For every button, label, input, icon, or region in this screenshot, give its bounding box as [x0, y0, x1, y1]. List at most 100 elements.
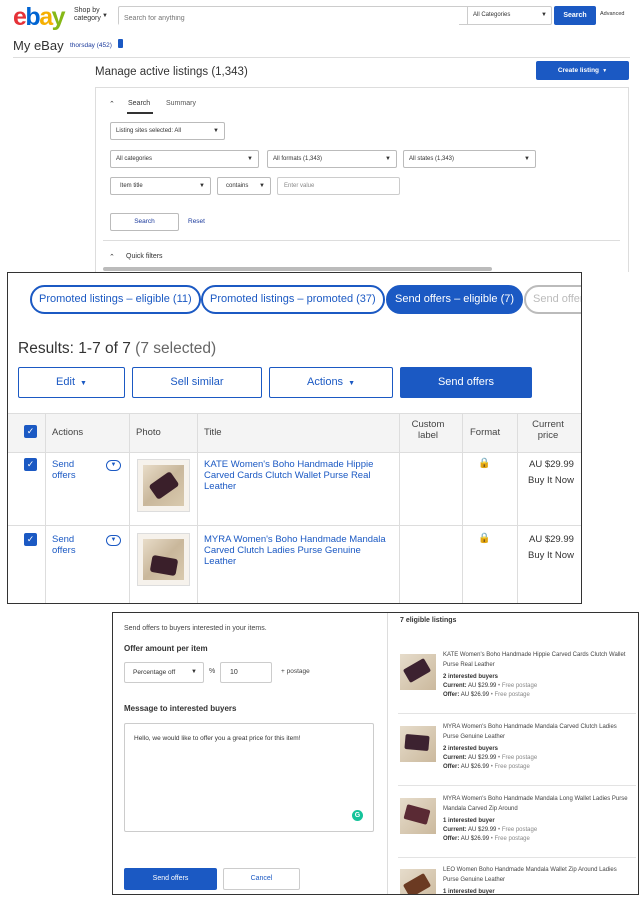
- search-bar: All Categories ▼: [118, 6, 552, 27]
- listing-sites-select[interactable]: Listing sites selected: All ▼: [110, 122, 225, 140]
- column-header-custom-label[interactable]: Custom label: [410, 419, 446, 441]
- interested-buyers: 1 interested buyer: [443, 818, 495, 824]
- create-listing-button[interactable]: Create listing ▼: [536, 61, 629, 80]
- cancel-button[interactable]: Cancel: [223, 868, 300, 890]
- wallet-image: [403, 804, 431, 825]
- chevron-down-icon: ▼: [524, 156, 530, 162]
- current-label: Current:: [443, 827, 467, 833]
- offer-price: AU $26.99: [460, 692, 490, 698]
- edit-button[interactable]: Edit ▼: [18, 367, 125, 398]
- categories-select[interactable]: All categories ▼: [110, 150, 259, 168]
- column-divider: [129, 413, 130, 603]
- pill-send-offers-eligible[interactable]: Send offers – eligible (7): [386, 285, 524, 314]
- current-price-line: Current: AU $29.99 • Free postage: [443, 755, 537, 761]
- tab-summary[interactable]: Summary: [166, 100, 196, 107]
- row-actions-dropdown[interactable]: ▼: [106, 535, 121, 546]
- postage-note: • Free postage: [490, 764, 530, 770]
- logo-letter-y: y: [51, 3, 66, 31]
- search-field-select[interactable]: Item title ▼: [110, 177, 211, 195]
- lock-icon: 🔒: [478, 533, 491, 544]
- column-divider: [197, 413, 198, 603]
- listing-title-link[interactable]: KATE Women's Boho Handmade Hippie Carved…: [204, 459, 394, 492]
- listing-photo[interactable]: [137, 459, 190, 512]
- postage-note: • Free postage: [490, 836, 530, 842]
- search-button[interactable]: Search: [554, 6, 596, 25]
- interested-buyers: 2 interested buyers: [443, 674, 499, 680]
- formats-select[interactable]: All formats (1,343) ▼: [267, 150, 397, 168]
- states-select[interactable]: All states (1,343) ▼: [403, 150, 536, 168]
- ebay-logo[interactable]: ebay: [13, 3, 66, 32]
- current-price: AU $29.99: [529, 459, 574, 470]
- message-textarea[interactable]: Hello, we would like to offer you a grea…: [124, 723, 374, 832]
- lock-icon: 🔒: [478, 458, 491, 469]
- actions-button[interactable]: Actions ▼: [269, 367, 393, 398]
- eligible-listing-item: LEO Women Boho Handmade Mandala Wallet Z…: [398, 865, 638, 894]
- filter-search-button[interactable]: Search: [110, 213, 179, 231]
- eligible-listing-title[interactable]: MYRA Women's Boho Handmade Mandala Carve…: [443, 722, 633, 742]
- send-offers-button[interactable]: Send offers: [400, 367, 532, 398]
- chevron-down-icon: ▼: [78, 380, 87, 387]
- category-select[interactable]: All Categories ▼: [467, 7, 552, 24]
- quick-filters-toggle[interactable]: Quick filters: [126, 253, 163, 260]
- offer-price: AU $26.99: [460, 836, 490, 842]
- value-input[interactable]: Enter value: [277, 177, 400, 195]
- eligible-listing-item: MYRA Women's Boho Handmade Mandala Long …: [398, 794, 638, 854]
- listing-title-link[interactable]: MYRA Women's Boho Handmade Mandala Carve…: [204, 534, 394, 567]
- shop-by-category-button[interactable]: Shop by category ▼: [74, 7, 108, 23]
- pill-promoted-promoted[interactable]: Promoted listings – promoted (37): [201, 285, 385, 314]
- row-actions-dropdown[interactable]: ▼: [106, 460, 121, 471]
- offer-amount-input[interactable]: 10: [220, 662, 272, 683]
- tab-search[interactable]: Search: [128, 100, 150, 107]
- listing-thumbnail: [400, 726, 436, 762]
- sell-similar-button[interactable]: Sell similar: [132, 367, 262, 398]
- eligible-listing-title[interactable]: KATE Women's Boho Handmade Hippie Carved…: [443, 650, 633, 670]
- eligible-listing-title[interactable]: MYRA Women's Boho Handmade Mandala Long …: [443, 794, 633, 814]
- postage-note: • Free postage: [498, 683, 538, 689]
- offer-label: Offer:: [443, 836, 460, 842]
- grammarly-icon[interactable]: G: [352, 810, 363, 821]
- column-header-current-price[interactable]: Current price: [528, 419, 568, 441]
- chevron-up-icon[interactable]: ⌃: [109, 100, 115, 108]
- column-header-format[interactable]: Format: [470, 427, 500, 438]
- percent-label: %: [209, 668, 216, 675]
- offer-price-line: Offer: AU $26.99 • Free postage: [443, 836, 530, 842]
- send-offers-link[interactable]: Send offers: [52, 534, 84, 556]
- row-checkbox[interactable]: ✓: [24, 533, 37, 546]
- chevron-up-icon[interactable]: ⌃: [109, 253, 115, 261]
- chevron-down-icon: ▼: [346, 380, 355, 387]
- shop-by-category-label: Shop by category: [74, 7, 101, 22]
- eligible-listing-title[interactable]: LEO Women Boho Handmade Mandala Wallet Z…: [443, 865, 633, 885]
- photo-background: [143, 539, 184, 580]
- column-header-title[interactable]: Title: [204, 427, 222, 438]
- search-input[interactable]: [119, 10, 459, 27]
- username-link[interactable]: thorsday (452): [70, 42, 112, 49]
- current-price: AU $29.99: [529, 534, 574, 545]
- horizontal-scrollbar[interactable]: [103, 267, 492, 271]
- reset-link[interactable]: Reset: [188, 218, 205, 225]
- eligible-listings-heading: 7 eligible listings: [400, 617, 457, 624]
- send-offers-link[interactable]: Send offers: [52, 459, 84, 481]
- send-offers-submit-button[interactable]: Send offers: [124, 868, 217, 890]
- pill-send-offers[interactable]: Send offers: [524, 285, 581, 314]
- column-divider: [462, 413, 463, 603]
- column-divider: [45, 413, 46, 603]
- select-all-checkbox[interactable]: ✓: [24, 425, 37, 438]
- current-price-line: Current: AU $29.99 • Free postage: [443, 827, 537, 833]
- listing-photo[interactable]: [137, 533, 190, 586]
- divider: [13, 57, 630, 58]
- advanced-search-link[interactable]: Advanced: [600, 11, 624, 17]
- column-header-actions[interactable]: Actions: [52, 427, 83, 438]
- operator-select[interactable]: contains ▼: [217, 177, 271, 195]
- column-header-photo[interactable]: Photo: [136, 427, 161, 438]
- listing-thumbnail: [400, 654, 436, 690]
- chevron-down-icon: ▼: [541, 12, 547, 18]
- discount-type-select[interactable]: Percentage off ▼: [124, 662, 204, 683]
- seller-badge-icon: [118, 39, 123, 48]
- pill-promoted-eligible[interactable]: Promoted listings – eligible (11): [30, 285, 201, 314]
- row-checkbox[interactable]: ✓: [24, 458, 37, 471]
- states-label: All states (1,343): [409, 156, 455, 162]
- current-price-line: Current: AU $29.99 • Free postage: [443, 683, 537, 689]
- current-price: AU $29.99: [468, 683, 497, 689]
- current-price: AU $29.99: [468, 755, 497, 761]
- item-divider: [398, 713, 636, 714]
